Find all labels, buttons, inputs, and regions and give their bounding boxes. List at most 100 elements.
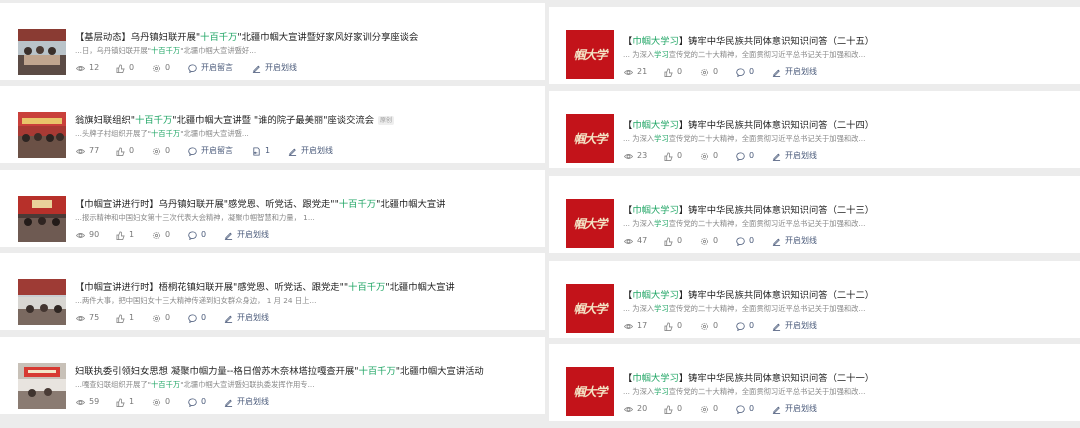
- share-gear-icon: [700, 68, 709, 76]
- share-gear-icon: [700, 152, 709, 160]
- underline-toggle[interactable]: 开启划线: [772, 66, 817, 78]
- pen-underline-icon: [224, 232, 233, 240]
- article-thumbnail[interactable]: 帼大学: [566, 30, 614, 79]
- share-gear-icon: [152, 147, 161, 155]
- underline-toggle[interactable]: 开启划线: [224, 229, 269, 241]
- likes-stat[interactable]: 1: [116, 396, 134, 408]
- likes-stat[interactable]: 1: [116, 229, 134, 241]
- article-card[interactable]: 翁旗妇联组织"十百千万"北疆巾帼大宣讲暨 "谁的院子最美丽"座谈交流会 原创 ..…: [0, 86, 545, 163]
- comments-stat[interactable]: 0: [736, 403, 754, 415]
- comments-stat[interactable]: 0: [188, 229, 206, 241]
- article-title[interactable]: 【巾帼宣讲进行时】乌丹镇妇联开展"感党恩、听党话、跟党走""十百千万"北疆巾帼大…: [75, 198, 535, 211]
- views-stat: 90: [76, 229, 99, 241]
- shares-stat[interactable]: 0: [152, 229, 170, 241]
- article-thumbnail[interactable]: [18, 29, 66, 75]
- likes-stat[interactable]: 0: [664, 150, 682, 162]
- article-thumbnail[interactable]: [18, 279, 66, 325]
- pen-underline-icon: [288, 148, 297, 156]
- article-summary: ...报示精神和中国妇女第十三次代表大会精神，凝聚巾帼智慧和力量， 1...: [75, 213, 315, 222]
- speech-bubble-icon: [736, 321, 745, 331]
- share-gear-icon: [700, 405, 709, 413]
- replies-link[interactable]: 1: [252, 145, 270, 157]
- article-thumbnail[interactable]: 帼大学: [566, 199, 614, 248]
- article-thumbnail[interactable]: 帼大学: [566, 114, 614, 163]
- article-title[interactable]: 【巾帼大学习】铸牢中华民族共同体意识知识问答（二十二）: [623, 289, 1070, 302]
- comment-toggle[interactable]: 开启留言: [188, 145, 233, 157]
- article-title[interactable]: 翁旗妇联组织"十百千万"北疆巾帼大宣讲暨 "谁的院子最美丽"座谈交流会 原创: [75, 114, 535, 127]
- article-title[interactable]: 妇联执委引领妇女思想 凝聚巾帼力量--格日僧苏木奈林塔拉嘎查开展"十百千万"北疆…: [75, 365, 535, 378]
- eye-icon: [76, 232, 85, 238]
- article-title[interactable]: 【基层动态】乌丹镇妇联开展"十百千万"北疆巾帼大宣讲暨好家风好家训分享座谈会: [75, 31, 535, 44]
- seal-logo-image: 帼大学: [566, 114, 614, 163]
- comment-toggle[interactable]: 开启留言: [188, 62, 233, 74]
- underline-toggle[interactable]: 开启划线: [772, 320, 817, 332]
- article-thumbnail[interactable]: [18, 363, 66, 409]
- views-stat: 17: [624, 320, 647, 332]
- article-card[interactable]: 【基层动态】乌丹镇妇联开展"十百千万"北疆巾帼大宣讲暨好家风好家训分享座谈会 .…: [0, 3, 545, 80]
- article-card[interactable]: 帼大学 【巾帼大学习】铸牢中华民族共同体意识知识问答（二十五） ... 为深入学…: [549, 7, 1080, 84]
- underline-toggle[interactable]: 开启划线: [288, 145, 333, 157]
- views-stat: 47: [624, 235, 647, 247]
- underline-toggle[interactable]: 开启划线: [772, 403, 817, 415]
- shares-stat[interactable]: 0: [700, 66, 718, 78]
- comments-stat[interactable]: 0: [188, 396, 206, 408]
- comments-stat[interactable]: 0: [736, 235, 754, 247]
- underline-toggle[interactable]: 开启划线: [772, 235, 817, 247]
- likes-stat[interactable]: 0: [116, 145, 134, 157]
- comments-stat[interactable]: 0: [736, 320, 754, 332]
- views-stat: 23: [624, 150, 647, 162]
- shares-stat[interactable]: 0: [700, 320, 718, 332]
- speech-bubble-icon: [188, 146, 197, 156]
- article-thumbnail[interactable]: 帼大学: [566, 367, 614, 416]
- shares-stat[interactable]: 0: [700, 150, 718, 162]
- thumbs-up-icon: [664, 404, 673, 414]
- article-title[interactable]: 【巾帼大学习】铸牢中华民族共同体意识知识问答（二十五）: [623, 35, 1070, 48]
- likes-stat[interactable]: 0: [664, 235, 682, 247]
- article-title[interactable]: 【巾帼大学习】铸牢中华民族共同体意识知识问答（二十四）: [623, 119, 1070, 132]
- underline-toggle[interactable]: 开启划线: [772, 150, 817, 162]
- article-title[interactable]: 【巾帼大学习】铸牢中华民族共同体意识知识问答（二十三）: [623, 204, 1070, 217]
- article-thumbnail[interactable]: 帼大学: [566, 284, 614, 333]
- article-card[interactable]: 妇联执委引领妇女思想 凝聚巾帼力量--格日僧苏木奈林塔拉嘎查开展"十百千万"北疆…: [0, 337, 545, 414]
- article-thumbnail[interactable]: [18, 196, 66, 242]
- comments-stat[interactable]: 0: [736, 150, 754, 162]
- article-card[interactable]: 帼大学 【巾帼大学习】铸牢中华民族共同体意识知识问答（二十四） ... 为深入学…: [549, 91, 1080, 168]
- comments-stat[interactable]: 0: [188, 312, 206, 324]
- article-card[interactable]: 帼大学 【巾帼大学习】铸牢中华民族共同体意识知识问答（二十三） ... 为深入学…: [549, 176, 1080, 253]
- views-stat: 20: [624, 403, 647, 415]
- article-card[interactable]: 帼大学 【巾帼大学习】铸牢中华民族共同体意识知识问答（二十二） ... 为深入学…: [549, 261, 1080, 338]
- article-title[interactable]: 【巾帼大学习】铸牢中华民族共同体意识知识问答（二十一）: [623, 372, 1070, 385]
- likes-stat[interactable]: 0: [664, 320, 682, 332]
- views-stat: 21: [624, 66, 647, 78]
- comments-stat[interactable]: 0: [736, 66, 754, 78]
- eye-icon: [624, 153, 633, 159]
- article-title[interactable]: 【巾帼宣讲进行时】梧桐花镇妇联开展"感党恩、听党话、跟党走""十百千万"北疆巾帼…: [75, 281, 535, 294]
- shares-stat[interactable]: 0: [152, 396, 170, 408]
- speech-bubble-icon: [188, 397, 197, 407]
- eye-icon: [76, 65, 85, 71]
- article-summary: ... 为深入学习宣传党的二十大精神，全面贯彻习近平总书记关于加强和改...: [623, 134, 866, 143]
- shares-stat[interactable]: 0: [152, 145, 170, 157]
- likes-stat[interactable]: 0: [664, 403, 682, 415]
- shares-stat[interactable]: 0: [152, 62, 170, 74]
- article-card[interactable]: 帼大学 【巾帼大学习】铸牢中华民族共同体意识知识问答（二十一） ... 为深入学…: [549, 344, 1080, 421]
- underline-toggle[interactable]: 开启划线: [224, 396, 269, 408]
- shares-stat[interactable]: 0: [152, 312, 170, 324]
- shares-stat[interactable]: 0: [700, 403, 718, 415]
- pen-underline-icon: [224, 399, 233, 407]
- article-summary: ... 为深入学习宣传党的二十大精神，全面贯彻习近平总书记关于加强和改...: [623, 219, 866, 228]
- likes-stat[interactable]: 1: [116, 312, 134, 324]
- article-thumbnail[interactable]: [18, 112, 66, 158]
- likes-stat[interactable]: 0: [664, 66, 682, 78]
- shares-stat[interactable]: 0: [700, 235, 718, 247]
- underline-toggle[interactable]: 开启划线: [252, 62, 297, 74]
- pen-underline-icon: [772, 238, 781, 246]
- article-summary: ... 为深入学习宣传党的二十大精神，全面贯彻习近平总书记关于加强和改...: [623, 50, 866, 59]
- article-card[interactable]: 【巾帼宣讲进行时】乌丹镇妇联开展"感党恩、听党话、跟党走""十百千万"北疆巾帼大…: [0, 170, 545, 247]
- speech-bubble-icon: [736, 151, 745, 161]
- article-summary: ... 为深入学习宣传党的二十大精神，全面贯彻习近平总书记关于加强和改...: [623, 304, 866, 313]
- article-card[interactable]: 【巾帼宣讲进行时】梧桐花镇妇联开展"感党恩、听党话、跟党走""十百千万"北疆巾帼…: [0, 253, 545, 330]
- share-gear-icon: [152, 314, 161, 322]
- underline-toggle[interactable]: 开启划线: [224, 312, 269, 324]
- likes-stat[interactable]: 0: [116, 62, 134, 74]
